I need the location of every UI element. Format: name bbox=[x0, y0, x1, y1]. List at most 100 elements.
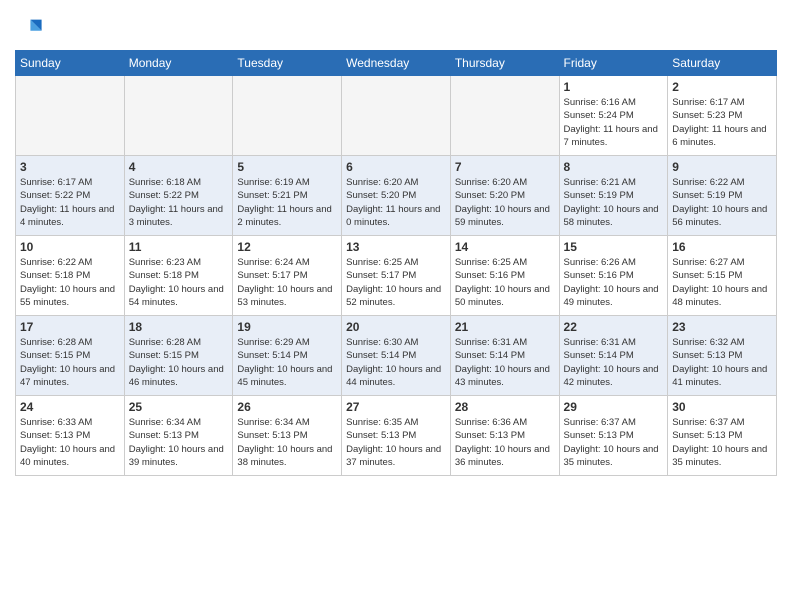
calendar-cell: 15 Sunrise: 6:26 AMSunset: 5:16 PMDayligh… bbox=[559, 236, 668, 316]
calendar-cell: 12 Sunrise: 6:24 AMSunset: 5:17 PMDayligh… bbox=[233, 236, 342, 316]
day-info: Sunrise: 6:31 AMSunset: 5:14 PMDaylight:… bbox=[455, 336, 555, 389]
day-info: Sunrise: 6:16 AMSunset: 5:24 PMDaylight:… bbox=[564, 96, 664, 149]
day-number: 13 bbox=[346, 240, 446, 254]
calendar-cell: 18 Sunrise: 6:28 AMSunset: 5:15 PMDayligh… bbox=[124, 316, 233, 396]
day-info: Sunrise: 6:28 AMSunset: 5:15 PMDaylight:… bbox=[20, 336, 120, 389]
calendar-week-4: 17 Sunrise: 6:28 AMSunset: 5:15 PMDayligh… bbox=[16, 316, 777, 396]
day-number: 1 bbox=[564, 80, 664, 94]
calendar-cell: 29 Sunrise: 6:37 AMSunset: 5:13 PMDayligh… bbox=[559, 396, 668, 476]
calendar-cell: 2Sunrise: 6:17 AMSunset: 5:23 PMDaylight… bbox=[668, 76, 777, 156]
day-info: Sunrise: 6:17 AMSunset: 5:23 PMDaylight:… bbox=[672, 96, 772, 149]
day-info: Sunrise: 6:18 AMSunset: 5:22 PMDaylight:… bbox=[129, 176, 229, 229]
calendar-cell: 20Sunrise: 6:30 AMSunset: 5:14 PMDayligh… bbox=[342, 316, 451, 396]
weekday-header-wednesday: Wednesday bbox=[342, 51, 451, 76]
calendar-cell: 13 Sunrise: 6:25 AMSunset: 5:17 PMDayligh… bbox=[342, 236, 451, 316]
day-number: 25 bbox=[129, 400, 229, 414]
day-info: Sunrise: 6:25 AMSunset: 5:16 PMDaylight:… bbox=[455, 256, 555, 309]
calendar-cell bbox=[342, 76, 451, 156]
day-info: Sunrise: 6:22 AMSunset: 5:18 PMDaylight:… bbox=[20, 256, 120, 309]
calendar-cell: 26 Sunrise: 6:34 AMSunset: 5:13 PMDayligh… bbox=[233, 396, 342, 476]
header bbox=[15, 10, 777, 42]
calendar-cell: 14 Sunrise: 6:25 AMSunset: 5:16 PMDayligh… bbox=[450, 236, 559, 316]
calendar-cell: 5 Sunrise: 6:19 AMSunset: 5:21 PMDaylight… bbox=[233, 156, 342, 236]
weekday-header-sunday: Sunday bbox=[16, 51, 125, 76]
day-number: 16 bbox=[672, 240, 772, 254]
calendar-cell: 6Sunrise: 6:20 AMSunset: 5:20 PMDaylight… bbox=[342, 156, 451, 236]
day-info: Sunrise: 6:21 AMSunset: 5:19 PMDaylight:… bbox=[564, 176, 664, 229]
calendar-week-2: 3 Sunrise: 6:17 AMSunset: 5:22 PMDaylight… bbox=[16, 156, 777, 236]
day-info: Sunrise: 6:20 AMSunset: 5:20 PMDaylight:… bbox=[346, 176, 446, 229]
day-info: Sunrise: 6:28 AMSunset: 5:15 PMDaylight:… bbox=[129, 336, 229, 389]
day-number: 15 bbox=[564, 240, 664, 254]
day-number: 17 bbox=[20, 320, 120, 334]
calendar-cell: 28 Sunrise: 6:36 AMSunset: 5:13 PMDayligh… bbox=[450, 396, 559, 476]
calendar-cell: 9 Sunrise: 6:22 AMSunset: 5:19 PMDaylight… bbox=[668, 156, 777, 236]
day-info: Sunrise: 6:22 AMSunset: 5:19 PMDaylight:… bbox=[672, 176, 772, 229]
weekday-header-monday: Monday bbox=[124, 51, 233, 76]
day-number: 22 bbox=[564, 320, 664, 334]
day-info: Sunrise: 6:36 AMSunset: 5:13 PMDaylight:… bbox=[455, 416, 555, 469]
day-info: Sunrise: 6:37 AMSunset: 5:13 PMDaylight:… bbox=[564, 416, 664, 469]
calendar-cell: 30 Sunrise: 6:37 AMSunset: 5:13 PMDayligh… bbox=[668, 396, 777, 476]
day-number: 27 bbox=[346, 400, 446, 414]
day-info: Sunrise: 6:26 AMSunset: 5:16 PMDaylight:… bbox=[564, 256, 664, 309]
day-number: 3 bbox=[20, 160, 120, 174]
weekday-header-row: SundayMondayTuesdayWednesdayThursdayFrid… bbox=[16, 51, 777, 76]
calendar-cell: 22 Sunrise: 6:31 AMSunset: 5:14 PMDayligh… bbox=[559, 316, 668, 396]
weekday-header-friday: Friday bbox=[559, 51, 668, 76]
day-info: Sunrise: 6:35 AMSunset: 5:13 PMDaylight:… bbox=[346, 416, 446, 469]
day-number: 9 bbox=[672, 160, 772, 174]
calendar-cell: 10 Sunrise: 6:22 AMSunset: 5:18 PMDayligh… bbox=[16, 236, 125, 316]
calendar-cell bbox=[124, 76, 233, 156]
day-number: 4 bbox=[129, 160, 229, 174]
day-info: Sunrise: 6:19 AMSunset: 5:21 PMDaylight:… bbox=[237, 176, 337, 229]
day-info: Sunrise: 6:34 AMSunset: 5:13 PMDaylight:… bbox=[129, 416, 229, 469]
day-number: 12 bbox=[237, 240, 337, 254]
day-number: 10 bbox=[20, 240, 120, 254]
weekday-header-tuesday: Tuesday bbox=[233, 51, 342, 76]
calendar-table: SundayMondayTuesdayWednesdayThursdayFrid… bbox=[15, 50, 777, 476]
day-info: Sunrise: 6:34 AMSunset: 5:13 PMDaylight:… bbox=[237, 416, 337, 469]
page: SundayMondayTuesdayWednesdayThursdayFrid… bbox=[0, 0, 792, 486]
weekday-header-saturday: Saturday bbox=[668, 51, 777, 76]
day-info: Sunrise: 6:17 AMSunset: 5:22 PMDaylight:… bbox=[20, 176, 120, 229]
logo-icon bbox=[15, 14, 43, 42]
day-info: Sunrise: 6:33 AMSunset: 5:13 PMDaylight:… bbox=[20, 416, 120, 469]
day-number: 14 bbox=[455, 240, 555, 254]
calendar-cell: 25 Sunrise: 6:34 AMSunset: 5:13 PMDayligh… bbox=[124, 396, 233, 476]
calendar-cell: 11Sunrise: 6:23 AMSunset: 5:18 PMDayligh… bbox=[124, 236, 233, 316]
day-number: 5 bbox=[237, 160, 337, 174]
day-number: 18 bbox=[129, 320, 229, 334]
day-info: Sunrise: 6:32 AMSunset: 5:13 PMDaylight:… bbox=[672, 336, 772, 389]
calendar-week-1: 1 Sunrise: 6:16 AMSunset: 5:24 PMDaylight… bbox=[16, 76, 777, 156]
calendar-cell: 7Sunrise: 6:20 AMSunset: 5:20 PMDaylight… bbox=[450, 156, 559, 236]
calendar-cell: 4 Sunrise: 6:18 AMSunset: 5:22 PMDaylight… bbox=[124, 156, 233, 236]
day-number: 30 bbox=[672, 400, 772, 414]
calendar-week-5: 24Sunrise: 6:33 AMSunset: 5:13 PMDayligh… bbox=[16, 396, 777, 476]
day-info: Sunrise: 6:29 AMSunset: 5:14 PMDaylight:… bbox=[237, 336, 337, 389]
calendar-cell: 27 Sunrise: 6:35 AMSunset: 5:13 PMDayligh… bbox=[342, 396, 451, 476]
day-info: Sunrise: 6:31 AMSunset: 5:14 PMDaylight:… bbox=[564, 336, 664, 389]
day-number: 28 bbox=[455, 400, 555, 414]
day-number: 23 bbox=[672, 320, 772, 334]
day-info: Sunrise: 6:20 AMSunset: 5:20 PMDaylight:… bbox=[455, 176, 555, 229]
day-info: Sunrise: 6:37 AMSunset: 5:13 PMDaylight:… bbox=[672, 416, 772, 469]
day-info: Sunrise: 6:24 AMSunset: 5:17 PMDaylight:… bbox=[237, 256, 337, 309]
day-info: Sunrise: 6:27 AMSunset: 5:15 PMDaylight:… bbox=[672, 256, 772, 309]
calendar-cell bbox=[16, 76, 125, 156]
day-number: 29 bbox=[564, 400, 664, 414]
calendar-week-3: 10 Sunrise: 6:22 AMSunset: 5:18 PMDayligh… bbox=[16, 236, 777, 316]
day-number: 21 bbox=[455, 320, 555, 334]
day-number: 11 bbox=[129, 240, 229, 254]
day-number: 20 bbox=[346, 320, 446, 334]
day-number: 26 bbox=[237, 400, 337, 414]
calendar-cell: 3 Sunrise: 6:17 AMSunset: 5:22 PMDaylight… bbox=[16, 156, 125, 236]
calendar-cell: 21 Sunrise: 6:31 AMSunset: 5:14 PMDayligh… bbox=[450, 316, 559, 396]
day-info: Sunrise: 6:25 AMSunset: 5:17 PMDaylight:… bbox=[346, 256, 446, 309]
calendar-cell bbox=[450, 76, 559, 156]
day-number: 19 bbox=[237, 320, 337, 334]
calendar-cell bbox=[233, 76, 342, 156]
calendar-cell: 23 Sunrise: 6:32 AMSunset: 5:13 PMDayligh… bbox=[668, 316, 777, 396]
calendar-cell: 17 Sunrise: 6:28 AMSunset: 5:15 PMDayligh… bbox=[16, 316, 125, 396]
logo bbox=[15, 14, 47, 42]
